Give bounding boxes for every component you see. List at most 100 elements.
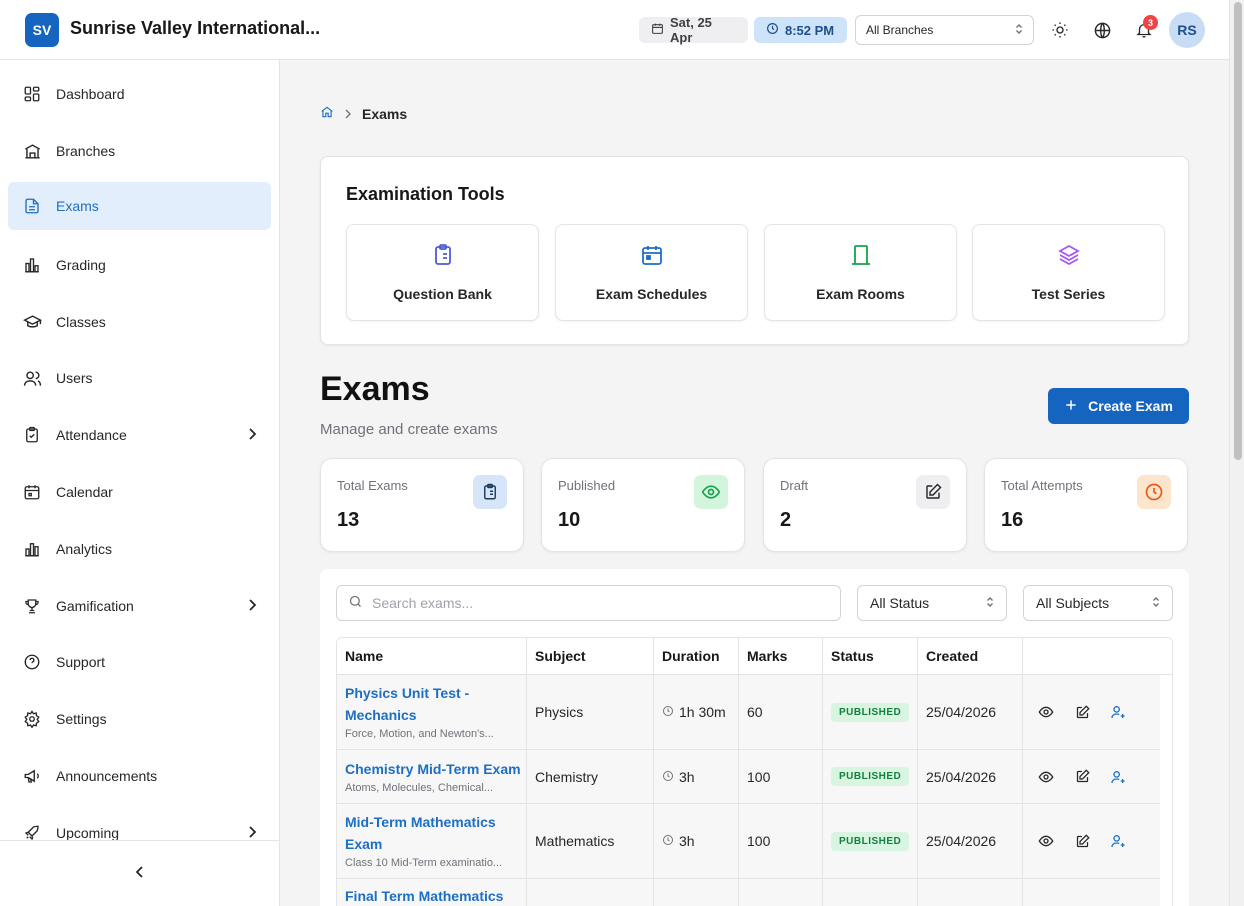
sidebar-item-calendar[interactable]: Calendar (8, 468, 271, 516)
marks-cell: 60 (739, 675, 823, 749)
actions-cell (1023, 804, 1160, 878)
sidebar-item-label: Analytics (56, 541, 113, 557)
column-header-duration[interactable]: Duration (654, 638, 739, 674)
sidebar-collapse-bar (0, 840, 279, 906)
column-header-created[interactable]: Created (918, 638, 1023, 674)
column-header-subject[interactable]: Subject (527, 638, 654, 674)
marks-cell: 100 (739, 804, 823, 878)
sidebar: Dashboard Branches Exams Grading Classes… (0, 60, 280, 906)
exam-name-link[interactable]: Chemistry Mid-Term Exam (345, 758, 521, 780)
sidebar-item-branches[interactable]: Branches (8, 127, 271, 175)
collapse-sidebar-chevron-left-icon[interactable] (135, 865, 145, 882)
sidebar-item-settings[interactable]: Settings (8, 695, 271, 743)
view-eye-icon[interactable] (1037, 832, 1055, 850)
duration-cell: 1h 30m (654, 675, 739, 749)
column-header-name[interactable]: Name (337, 638, 527, 674)
status-badge: PUBLISHED (831, 702, 910, 722)
building-icon (22, 141, 42, 161)
sidebar-item-analytics[interactable]: Analytics (8, 525, 271, 573)
sidebar-item-dashboard[interactable]: Dashboard (8, 70, 271, 118)
duration-value: 1h 30m (679, 704, 726, 720)
exam-name-link[interactable]: Final Term Mathematics (345, 885, 503, 906)
tool-test-series[interactable]: Test Series (972, 224, 1165, 321)
status-filter-value: All Status (870, 595, 930, 611)
name-cell: Mid-Term Mathematics Exam Class 10 Mid-T… (337, 804, 527, 878)
top-header: SV Sunrise Valley International... Sat, … (0, 0, 1229, 60)
table-row: Physics Unit Test - Mechanics Force, Mot… (337, 675, 1160, 750)
status-cell: PUBLISHED (823, 804, 918, 878)
exams-table: Name Subject Duration Marks Status Creat… (336, 637, 1173, 906)
assign-user-plus-icon[interactable] (1109, 832, 1127, 850)
tools-title: Examination Tools (346, 184, 505, 204)
page-scrollbar[interactable] (1229, 0, 1244, 906)
breadcrumb-current: Exams (362, 105, 408, 122)
edit-icon[interactable] (1073, 703, 1091, 721)
plus-icon (1064, 398, 1078, 415)
status-cell: PUBLISHED (823, 750, 918, 803)
search-icon (348, 594, 363, 612)
app-title[interactable]: Sunrise Valley International... (70, 18, 320, 39)
marks-cell: 100 (739, 750, 823, 803)
view-eye-icon[interactable] (1037, 703, 1055, 721)
stat-card-total-attempts: Total Attempts 16 (984, 458, 1188, 552)
tool-question-bank[interactable]: Question Bank (346, 224, 539, 321)
exam-name-link[interactable]: Physics Unit Test - (345, 682, 469, 704)
scrollbar-thumb[interactable] (1234, 2, 1242, 460)
document-icon (22, 196, 42, 216)
sidebar-item-label: Calendar (56, 484, 113, 500)
chevron-updown-icon (986, 595, 994, 611)
assign-user-plus-icon[interactable] (1109, 703, 1127, 721)
user-avatar[interactable]: RS (1169, 12, 1205, 48)
sidebar-item-label: Dashboard (56, 86, 125, 102)
stat-label: Published (558, 478, 616, 493)
exam-name-link[interactable]: Mechanics (345, 704, 417, 726)
stat-card-published: Published 10 (541, 458, 745, 552)
exam-name-link[interactable]: Exam (345, 833, 382, 855)
sidebar-item-label: Settings (56, 711, 107, 727)
tool-exam-schedules[interactable]: Exam Schedules (555, 224, 748, 321)
sidebar-item-grading[interactable]: Grading (8, 241, 271, 289)
column-header-status[interactable]: Status (823, 638, 918, 674)
sidebar-item-gamification[interactable]: Gamification (8, 582, 271, 630)
marks-cell (739, 879, 823, 906)
name-cell: Chemistry Mid-Term Exam Atoms, Molecules… (337, 750, 527, 803)
sidebar-item-classes[interactable]: Classes (8, 298, 271, 346)
exam-name-link[interactable]: Mid-Term Mathematics (345, 811, 496, 833)
stat-value: 2 (780, 509, 792, 531)
edit-icon[interactable] (1073, 832, 1091, 850)
assign-user-plus-icon[interactable] (1109, 768, 1127, 786)
subject-filter-select[interactable]: All Subjects (1023, 585, 1173, 621)
name-cell: Final Term Mathematics (337, 879, 527, 906)
sidebar-item-label: Classes (56, 314, 106, 330)
sidebar-item-attendance[interactable]: Attendance (8, 411, 271, 459)
sidebar-item-support[interactable]: Support (8, 638, 271, 686)
home-icon[interactable] (320, 105, 334, 122)
stat-label: Total Attempts (1001, 478, 1083, 493)
exam-description: Force, Motion, and Newton's... (345, 728, 494, 740)
tool-exam-rooms[interactable]: Exam Rooms (764, 224, 957, 321)
edit-icon (916, 475, 950, 509)
calendar-icon (22, 482, 42, 502)
column-header-marks[interactable]: Marks (739, 638, 823, 674)
duration-cell: 3h (654, 750, 739, 803)
create-exam-label: Create Exam (1088, 398, 1173, 414)
date-text: Sat, 25 Apr (670, 15, 712, 45)
sidebar-item-label: Support (56, 654, 106, 670)
sidebar-item-exams[interactable]: Exams (8, 182, 271, 230)
branch-select-value: All Branches (866, 23, 934, 37)
trophy-icon (22, 596, 42, 616)
sidebar-item-announcements[interactable]: Announcements (8, 752, 271, 800)
search-input[interactable] (372, 595, 812, 611)
logo-badge[interactable]: SV (25, 13, 59, 47)
door-icon (848, 242, 874, 268)
create-exam-button[interactable]: Create Exam (1048, 388, 1189, 424)
globe-icon[interactable] (1090, 18, 1114, 42)
status-filter-select[interactable]: All Status (857, 585, 1007, 621)
theme-toggle-sun-icon[interactable] (1048, 18, 1072, 42)
branch-select[interactable]: All Branches (855, 15, 1034, 45)
sidebar-item-users[interactable]: Users (8, 354, 271, 402)
exam-description: Class 10 Mid-Term examinatio... (345, 857, 503, 869)
edit-icon[interactable] (1073, 768, 1091, 786)
search-box[interactable] (336, 585, 841, 621)
view-eye-icon[interactable] (1037, 768, 1055, 786)
